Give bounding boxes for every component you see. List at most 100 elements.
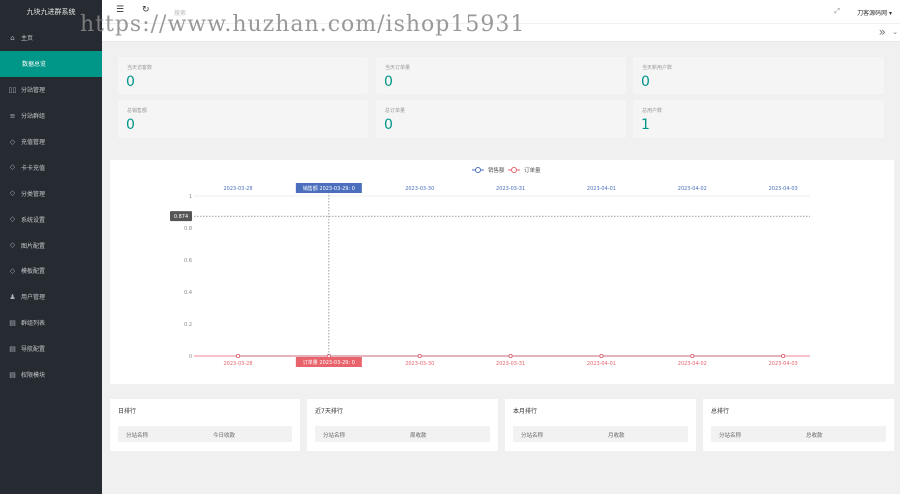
sidebar-item-site-groups[interactable]: ≡ 分站群组	[0, 103, 102, 129]
sidebar-item-data-overview[interactable]: 数据总览	[0, 50, 102, 77]
y-tick-label: 1	[189, 194, 192, 200]
sidebar-item-label: 图片配置	[21, 242, 46, 250]
sidebar-item-category[interactable]: ◇ 分类管理	[0, 180, 102, 206]
watermark-text: https://www.huzhan.com/ishop15931	[80, 12, 526, 37]
table-icon: ▤	[9, 318, 16, 327]
sidebar-item-label: 模板配置	[21, 268, 46, 276]
x-tick-label-bottom: 2023-04-03	[769, 361, 798, 367]
y-tick-label: 0.8	[184, 226, 192, 232]
y-tick-label: 0.4	[184, 290, 192, 296]
rank-card-weekly: 近7天排行 分站名称 周收款	[307, 399, 498, 451]
stat-value: 0	[126, 117, 135, 133]
sidebar-item-label: 导航配置	[21, 346, 46, 354]
x-tick-label-top: 2023-03-30	[405, 186, 434, 192]
rank-title: 近7天排行	[315, 408, 343, 415]
legend-marker	[475, 167, 481, 173]
sidebar-item-label: 权限模块	[21, 372, 46, 380]
stat-card: 当天订单量 0	[376, 57, 626, 94]
user-icon: ♟	[9, 292, 16, 301]
data-point	[781, 353, 786, 358]
table-icon: ▤	[9, 344, 16, 353]
x-tick-label-top: 2023-03-28	[223, 186, 252, 192]
stat-value: 1	[641, 117, 650, 133]
stat-label: 当天新用户数	[642, 65, 673, 71]
sidebar-item-templates[interactable]: ◇ 模板配置	[0, 258, 102, 284]
col-header: 分站名称	[719, 433, 742, 439]
tooltip-bottom-label: 订单量 2023-03-29: 0	[303, 359, 355, 366]
x-tick-label-top: 2023-04-03	[769, 186, 798, 192]
shield-icon: ◇	[9, 189, 16, 198]
col-header: 总收款	[806, 433, 823, 439]
stat-card: 总用户数 1	[633, 100, 884, 138]
shield-icon: ◇	[9, 266, 16, 275]
legend-label: 销售额	[488, 166, 505, 174]
x-tick-label-bottom: 2023-03-31	[496, 361, 525, 367]
home-icon: ⌂	[10, 33, 15, 42]
rank-table-header: 分站名称 总收款	[711, 426, 886, 442]
sidebar-item-users[interactable]: ♟ 用户管理	[0, 284, 102, 310]
sidebar-item-images[interactable]: ◇ 图片配置	[0, 232, 102, 258]
tooltip-top-label: 销售额 2023-03-29: 0	[303, 185, 355, 192]
grid-icon: ▯▯	[8, 85, 17, 94]
list-icon: ≡	[9, 111, 16, 120]
stat-label: 总销售额	[127, 108, 148, 114]
shield-icon: ◇	[9, 137, 16, 146]
tabs-scroll-right-icon[interactable]: »	[879, 25, 886, 39]
stat-card: 总订单量 0	[376, 100, 626, 138]
legend-label: 订单量	[524, 166, 541, 174]
chevron-down-icon[interactable]: ⌄	[892, 28, 898, 36]
rank-card-total: 总排行 分站名称 总收款	[703, 399, 894, 451]
col-header: 分站名称	[521, 433, 544, 439]
stat-value: 0	[641, 74, 650, 90]
x-tick-label-bottom: 2023-03-30	[405, 361, 434, 367]
sidebar-item-group-list[interactable]: ▤ 群组列表	[0, 310, 102, 336]
col-header: 月收款	[608, 433, 625, 439]
sidebar-item-permissions[interactable]: ▤ 权限模块	[0, 362, 102, 388]
col-header: 分站名称	[126, 433, 149, 439]
stat-value: 0	[126, 74, 135, 90]
sidebar-item-card-recharge[interactable]: ◇ 卡卡充值	[0, 154, 102, 180]
x-tick-label-top: 2023-04-02	[678, 186, 707, 192]
rank-table-header: 分站名称 今日收款	[118, 426, 292, 442]
user-menu[interactable]: 刀客源码网 ▾	[857, 8, 892, 17]
x-tick-label-top: 2023-04-01	[587, 186, 616, 192]
stat-value: 0	[384, 74, 393, 90]
stat-label: 当天订单量	[385, 65, 411, 71]
chart-panel: 销售额 订单量 0 0.2 0.4 0.6 0.8 1 2023-03-28 2023-03-28…	[110, 160, 894, 384]
x-tick-label-top: 2023-03-31	[496, 186, 525, 192]
sidebar-item-navigation[interactable]: ▤ 导航配置	[0, 336, 102, 362]
col-header: 分站名称	[323, 433, 346, 439]
data-point	[690, 353, 695, 358]
rank-title: 总排行	[711, 408, 730, 415]
sidebar-item-label: 群组列表	[21, 320, 46, 328]
table-icon: ▤	[9, 370, 16, 379]
shield-icon: ◇	[9, 215, 16, 224]
sidebar-item-label: 卡卡充值	[21, 164, 46, 172]
y-tick-label: 0.6	[184, 258, 192, 264]
data-point	[417, 353, 422, 358]
stat-label: 当天访客数	[127, 65, 153, 71]
stat-label: 总用户数	[642, 108, 663, 114]
sidebar-item-settings[interactable]: ◇ 系统设置	[0, 206, 102, 232]
line-chart: 销售额 订单量 0 0.2 0.4 0.6 0.8 1 2023-03-28 2023-03-28…	[170, 166, 810, 367]
data-point	[236, 353, 241, 358]
sidebar-item-label: 充值管理	[21, 139, 46, 146]
sidebar-item-label: 分类管理	[21, 190, 46, 198]
rank-card-daily: 日排行 分站名称 今日收款	[110, 399, 300, 451]
rank-card-monthly: 本月排行 分站名称 月收款	[505, 399, 696, 451]
sidebar-item-site-manage[interactable]: ▯▯ 分站管理	[0, 77, 102, 103]
stat-card: 当天访客数 0	[118, 57, 368, 94]
sidebar-item-label: 分站群组	[21, 113, 46, 121]
rank-table-header: 分站名称 月收款	[513, 426, 688, 442]
sidebar-item-recharge[interactable]: ◇ 充值管理	[0, 129, 102, 155]
data-point	[508, 353, 513, 358]
shield-icon: ◇	[9, 241, 16, 250]
fullscreen-icon[interactable]: ⤢	[834, 7, 840, 16]
legend-marker	[511, 167, 517, 173]
y-tick-label: 0	[189, 354, 192, 360]
sidebar-item-label: 主页	[21, 35, 34, 43]
sidebar-item-label: 用户管理	[21, 294, 46, 302]
stat-value: 0	[384, 117, 393, 133]
data-point	[599, 353, 604, 358]
stat-card: 当天新用户数 0	[633, 57, 884, 94]
